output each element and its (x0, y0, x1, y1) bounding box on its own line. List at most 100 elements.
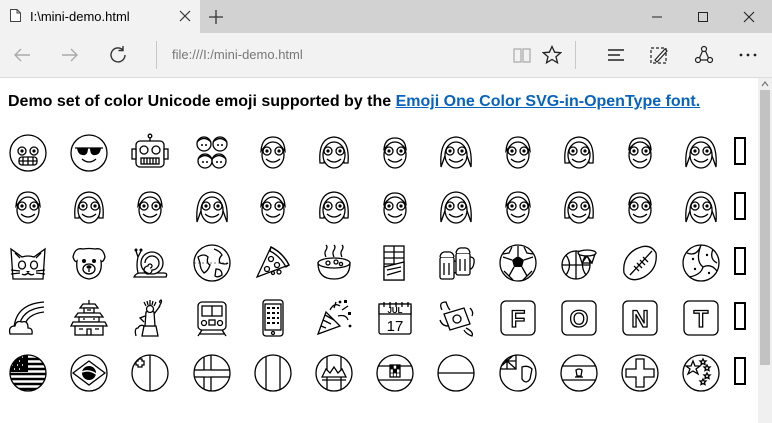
minimize-button[interactable] (634, 0, 680, 33)
emoji-woman (196, 191, 228, 224)
reading-view-icon (513, 48, 531, 63)
emoji-man (383, 192, 407, 224)
missing-glyph-box (734, 302, 746, 330)
emoji-calendar-jul-17: JUL 17 (378, 302, 412, 335)
emoji-flag-andorra (315, 354, 353, 392)
emoji-letter-f: F (500, 300, 536, 336)
refresh-button[interactable] (104, 41, 132, 69)
emoji-snail (132, 248, 168, 278)
svg-text:F: F (511, 306, 526, 333)
missing-glyph-box (734, 247, 746, 275)
emoji-flag-generic (254, 354, 292, 392)
maximize-icon (698, 12, 708, 22)
page-heading: Demo set of color Unicode emoji supporte… (8, 93, 700, 111)
web-note-button[interactable] (645, 41, 673, 69)
emoji-train (197, 301, 227, 337)
emoji-boy (505, 191, 531, 224)
emoji-mobile-phone (262, 299, 284, 337)
emoji-boy (260, 191, 286, 224)
vertical-scrollbar[interactable] (758, 78, 772, 423)
new-tab-icon[interactable] (205, 6, 227, 28)
emoji-flag-china (682, 354, 720, 392)
emoji-grinning-face-braces (9, 134, 47, 172)
emoji-man (628, 137, 652, 169)
emoji-girl (74, 191, 104, 224)
emoji-japanese-castle (69, 300, 109, 336)
maximize-button[interactable] (680, 0, 726, 33)
emoji-smiling-face-sunglasses (70, 134, 108, 172)
browser-tab[interactable]: I:\mini-demo.html (0, 0, 200, 33)
tab-title: I:\mini-demo.html (30, 9, 130, 24)
close-window-icon (743, 11, 755, 23)
back-button[interactable] (8, 41, 36, 69)
reading-view-button[interactable] (508, 41, 536, 69)
emoji-american-football (623, 245, 657, 281)
heading-text: Demo set of color Unicode emoji supporte… (8, 93, 396, 110)
back-arrow-icon (14, 48, 30, 62)
share-button[interactable] (690, 41, 718, 69)
emoji-letter-n: N (622, 300, 658, 336)
emoji-robot-face (131, 133, 169, 168)
missing-glyph-box (734, 192, 746, 220)
emoji-flag-malta (131, 354, 169, 392)
emoji-money-with-wings (439, 301, 474, 337)
file-icon (10, 9, 21, 22)
missing-glyph-box (734, 357, 746, 385)
emoji-flag-switzerland (621, 354, 659, 392)
emoji-basketball (561, 249, 597, 280)
emoji-soccer-ball (499, 244, 537, 282)
emoji-chocolate-bar (383, 245, 405, 281)
scroll-up-icon[interactable] (758, 78, 772, 90)
web-note-icon (650, 47, 668, 64)
emoji-boy (260, 136, 286, 169)
emoji-boy (15, 191, 41, 224)
address-bar[interactable]: file:///I:/mini-demo.html (172, 47, 303, 62)
emoji-woman (440, 136, 472, 169)
emoji-letter-t: T (683, 300, 719, 336)
emoji-beer-mugs (439, 247, 475, 280)
refresh-icon (110, 46, 126, 63)
close-window-button[interactable] (726, 0, 772, 33)
emoji-volleyball (682, 244, 720, 282)
emoji-boy (137, 191, 163, 224)
emoji-flag-montserrat (499, 354, 537, 392)
emoji-rainbow (8, 301, 45, 335)
minimize-icon (652, 16, 662, 18)
address-divider (156, 41, 157, 69)
toolbar-divider (575, 41, 576, 69)
hub-button[interactable] (602, 41, 630, 69)
svg-text:17: 17 (387, 318, 404, 335)
emoji-cat-face (10, 247, 46, 280)
hub-icon (608, 49, 624, 61)
more-button[interactable] (734, 41, 762, 69)
emoji-flag-finland (193, 354, 231, 392)
page-content: Demo set of color Unicode emoji supporte… (0, 78, 758, 423)
emoji-woman (440, 191, 472, 224)
emoji-flag-brazil (70, 354, 108, 392)
emoji-boy (505, 136, 531, 169)
emoji-girl (564, 191, 594, 224)
emoji-woman (685, 191, 717, 224)
emoji-globe (193, 244, 231, 282)
emoji-stew (317, 244, 351, 280)
forward-arrow-icon (62, 48, 78, 62)
title-bar: I:\mini-demo.html (0, 0, 772, 33)
navigation-bar: file:///I:/mini-demo.html (0, 33, 772, 78)
emoji-letter-o: O (561, 300, 597, 336)
emoji-girl (319, 191, 349, 224)
emoji-flag-croatia (376, 354, 414, 392)
share-icon (694, 45, 714, 64)
favorite-button[interactable] (538, 41, 566, 69)
emoji-flag-indonesia (437, 354, 475, 392)
svg-text:T: T (694, 306, 709, 333)
emoji-pizza (255, 246, 290, 279)
emoji-girl (564, 136, 594, 169)
emoji-girl (319, 136, 349, 169)
forward-button[interactable] (56, 41, 84, 69)
scroll-thumb[interactable] (760, 90, 770, 365)
svg-text:N: N (631, 306, 648, 333)
close-tab-icon[interactable] (178, 9, 192, 23)
emoji-flag-us (9, 354, 47, 392)
emoji-woman (685, 136, 717, 169)
emoji-one-font-link[interactable]: Emoji One Color SVG-in-OpenType font. (396, 93, 701, 110)
